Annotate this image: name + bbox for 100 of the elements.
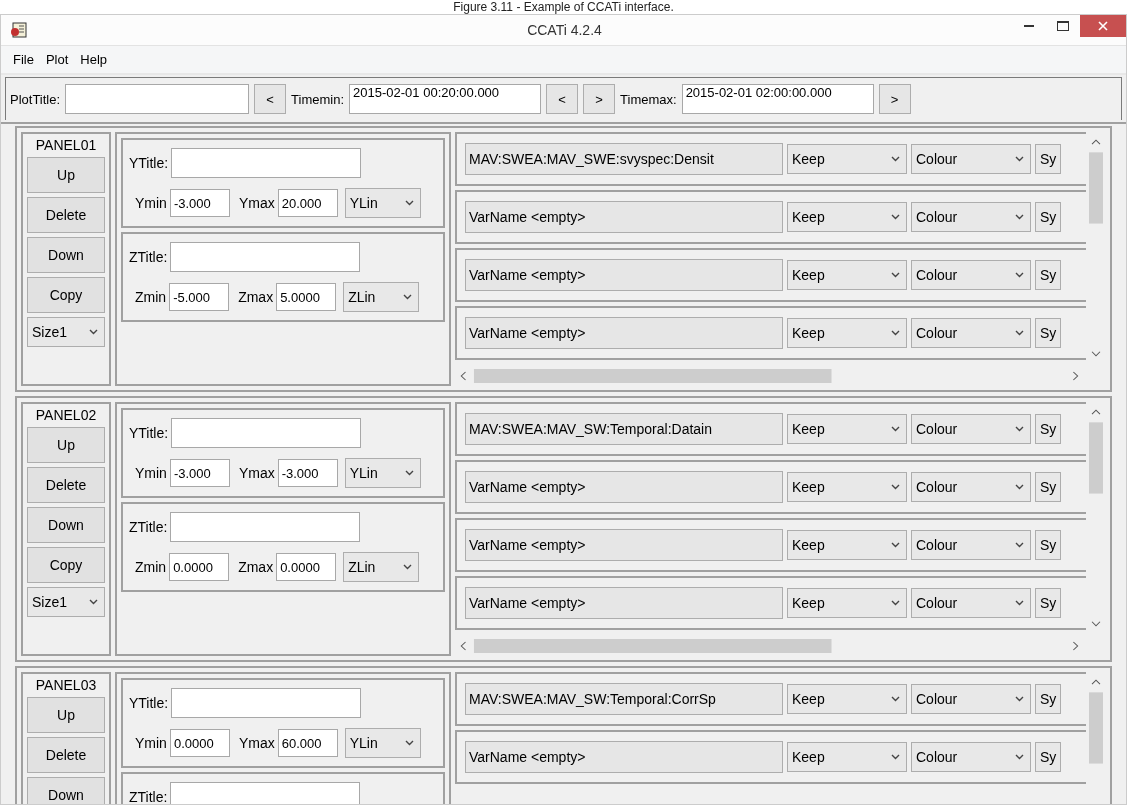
z-max-field[interactable]: 0.0000 [276,553,337,581]
dropdown[interactable]: Sy [1035,260,1061,290]
minimize-icon [1024,24,1034,28]
dropdown[interactable]: Sy [1035,144,1061,174]
y-scale-dropdown[interactable]: YLin [344,188,421,218]
dropdown[interactable]: Sy [1035,414,1061,444]
z-scale-dropdown[interactable]: ZLin [343,552,420,582]
variable-name-button[interactable]: VarName <empty> [465,317,783,349]
chevron-down-icon [891,754,900,760]
input-field[interactable]: 2015-02-01 02:00:00.000 [681,84,874,114]
z-title-field[interactable] [170,782,361,804]
dropdown[interactable]: Sy [1035,588,1061,618]
panel-button[interactable]: Up [27,157,105,193]
panel-button[interactable]: Delete [27,197,105,233]
dropdown[interactable]: Sy [1035,742,1061,772]
chevron-down-icon [891,214,900,220]
mode-dropdown[interactable]: Keep [787,202,907,232]
menu-item[interactable]: Help [76,50,112,69]
mode-dropdown[interactable]: Keep [787,414,907,444]
chevron-down-icon [404,200,414,206]
arrow-button[interactable]: > [878,84,911,114]
y-title-field[interactable] [171,148,362,178]
dropdown[interactable]: Sy [1035,318,1061,348]
y-title-field[interactable] [171,688,362,718]
chevron-down-icon [1015,754,1024,760]
y-title-field[interactable] [171,418,362,448]
input-field[interactable]: 2015-02-01 00:20:00.000 [349,84,542,114]
variable-name-button[interactable]: VarName <empty> [465,471,783,503]
panel-button[interactable]: Down [27,777,105,804]
panel-button[interactable]: Copy [27,547,105,583]
variable-name-button[interactable]: MAV:SWEA:MAV_SW:Temporal:CorrSp [465,683,783,715]
variable-name-button[interactable]: MAV:SWEA:MAV_SWE:svyspec:Densit [465,143,783,175]
colour-dropdown[interactable]: Colour [911,742,1031,772]
variable-name-button[interactable]: MAV:SWEA:MAV_SW:Temporal:Datain [465,413,783,445]
y-scale-dropdown[interactable]: YLin [344,458,421,488]
variable-name-button[interactable]: VarName <empty> [465,587,783,619]
dropdown[interactable]: Sy [1035,684,1061,714]
z-max-field[interactable]: 5.0000 [276,283,337,311]
mode-dropdown[interactable]: Keep [787,588,907,618]
arrow-button[interactable]: < [546,84,579,114]
dropdown[interactable]: Sy [1035,472,1061,502]
variable-name-button[interactable]: VarName <empty> [465,741,783,773]
z-title-field[interactable] [170,242,361,272]
mode-dropdown[interactable]: Keep [787,742,907,772]
z-scale-dropdown[interactable]: ZLin [343,282,420,312]
colour-dropdown[interactable]: Colour [911,414,1031,444]
colour-dropdown[interactable]: Colour [911,260,1031,290]
colour-dropdown[interactable]: Colour [911,684,1031,714]
colour-dropdown[interactable]: Colour [911,588,1031,618]
arrow-button[interactable]: > [583,84,616,114]
panel-button[interactable]: Down [27,507,105,543]
dropdown[interactable]: Sy [1035,530,1061,560]
variable-name-button[interactable]: VarName <empty> [465,529,783,561]
chevron-down-icon [1015,542,1024,548]
chevron-down-icon [891,426,900,432]
chevron-down-icon [891,600,900,606]
colour-dropdown[interactable]: Colour [911,472,1031,502]
mode-dropdown[interactable]: Keep [787,530,907,560]
panel-button[interactable]: Down [27,237,105,273]
mode-dropdown[interactable]: Keep [787,318,907,348]
size-dropdown[interactable]: Size1 [27,587,105,617]
size-dropdown[interactable]: Size1 [27,317,105,347]
panel-name: PANEL03 [35,677,97,693]
mode-dropdown[interactable]: Keep [787,684,907,714]
arrow-button[interactable]: < [254,84,287,114]
y-max-field[interactable]: -3.000 [277,459,338,487]
chevron-down-icon [403,294,413,300]
z-title-field[interactable] [170,512,361,542]
panel-button[interactable]: Delete [27,467,105,503]
field-label: Zmin [135,559,167,575]
menu-item[interactable]: Plot [41,50,73,69]
field-label: Timemax: [620,91,677,107]
z-min-field[interactable]: 0.0000 [169,553,230,581]
y-min-field[interactable]: -3.000 [169,189,230,217]
panel-button[interactable]: Up [27,427,105,463]
dropdown[interactable]: Sy [1035,202,1061,232]
y-max-field[interactable]: 20.000 [277,189,338,217]
variable-name-button[interactable]: VarName <empty> [465,201,783,233]
variable-name-button[interactable]: VarName <empty> [465,259,783,291]
mode-dropdown[interactable]: Keep [787,144,907,174]
colour-dropdown[interactable]: Colour [911,530,1031,560]
y-min-field[interactable]: -3.000 [169,459,230,487]
field-label: Zmax [238,559,274,575]
mode-dropdown[interactable]: Keep [787,260,907,290]
colour-dropdown[interactable]: Colour [911,144,1031,174]
field-label: Ymin [135,465,167,481]
chevron-down-icon [891,156,900,162]
z-min-field[interactable]: -5.000 [169,283,230,311]
colour-dropdown[interactable]: Colour [911,202,1031,232]
input-field[interactable] [65,84,250,114]
mode-dropdown[interactable]: Keep [787,472,907,502]
panel-button[interactable]: Copy [27,277,105,313]
menu-item[interactable]: File [9,50,38,69]
y-min-field[interactable]: 0.0000 [169,729,230,757]
panel-button[interactable]: Up [27,697,105,733]
field-label: ZTitle: [129,789,168,804]
colour-dropdown[interactable]: Colour [911,318,1031,348]
y-scale-dropdown[interactable]: YLin [344,728,421,758]
y-max-field[interactable]: 60.000 [277,729,338,757]
panel-button[interactable]: Delete [27,737,105,773]
